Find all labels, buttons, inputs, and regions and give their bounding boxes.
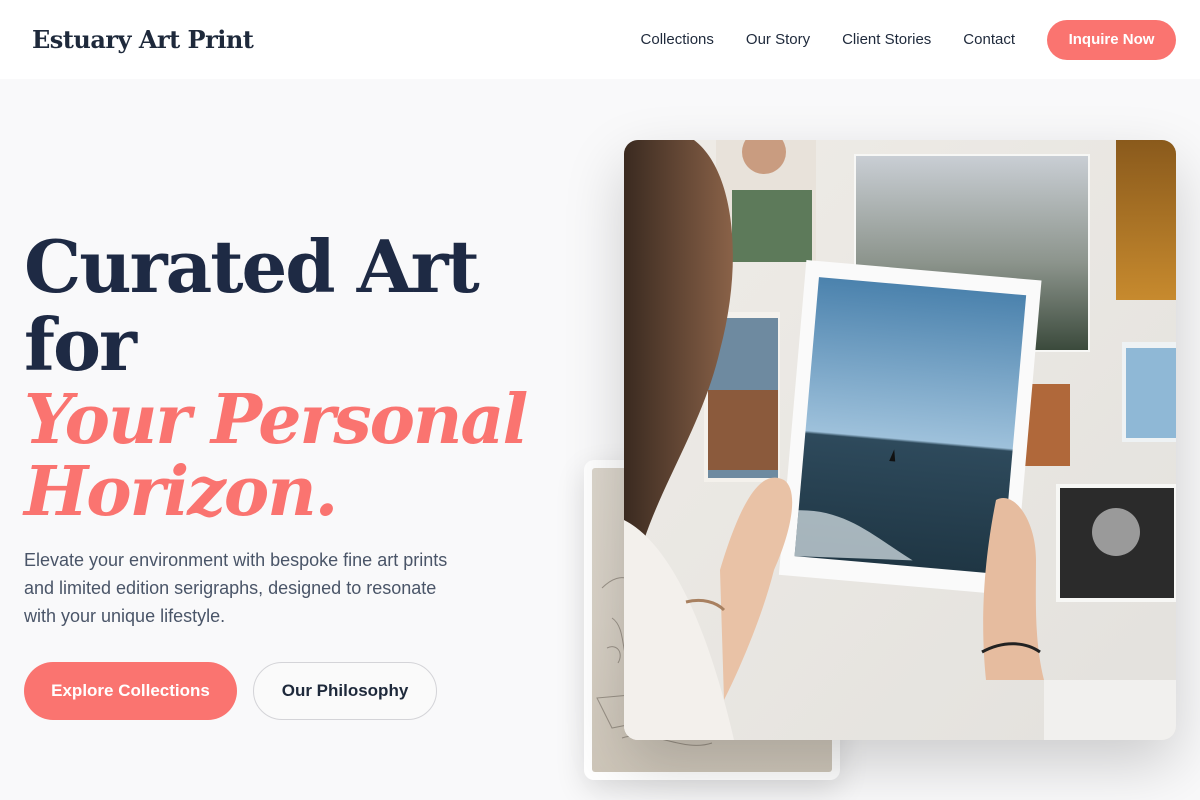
hero-section: Curated Art for Your Personal Horizon. E… [24, 228, 584, 720]
inquire-now-button[interactable]: Inquire Now [1047, 19, 1176, 60]
nav-link-contact[interactable]: Contact [963, 31, 1015, 48]
nav-link-client-stories[interactable]: Client Stories [842, 31, 931, 48]
explore-collections-button[interactable]: Explore Collections [24, 662, 237, 720]
hero-description: Elevate your environment with bespoke fi… [24, 550, 448, 626]
hero-title: Curated Art for Your Personal Horizon. [24, 224, 584, 532]
hero-cta-row: Explore Collections Our Philosophy [24, 662, 584, 720]
hero-photo-woman-holding-print [624, 140, 1176, 740]
hero-title-accent-line: Your Personal [24, 380, 528, 460]
hero-title-accent-line: Horizon. [24, 452, 338, 532]
nav-link-collections[interactable]: Collections [641, 31, 714, 48]
nav-link-our-story[interactable]: Our Story [746, 31, 810, 48]
brand-logo[interactable]: Estuary Art Print [32, 25, 254, 54]
hero-title-line: Curated Art for [24, 224, 480, 387]
main-nav: Collections Our Story Client Stories Con… [641, 19, 1176, 60]
our-philosophy-button[interactable]: Our Philosophy [253, 662, 437, 720]
site-header: Estuary Art Print Collections Our Story … [0, 0, 1200, 79]
